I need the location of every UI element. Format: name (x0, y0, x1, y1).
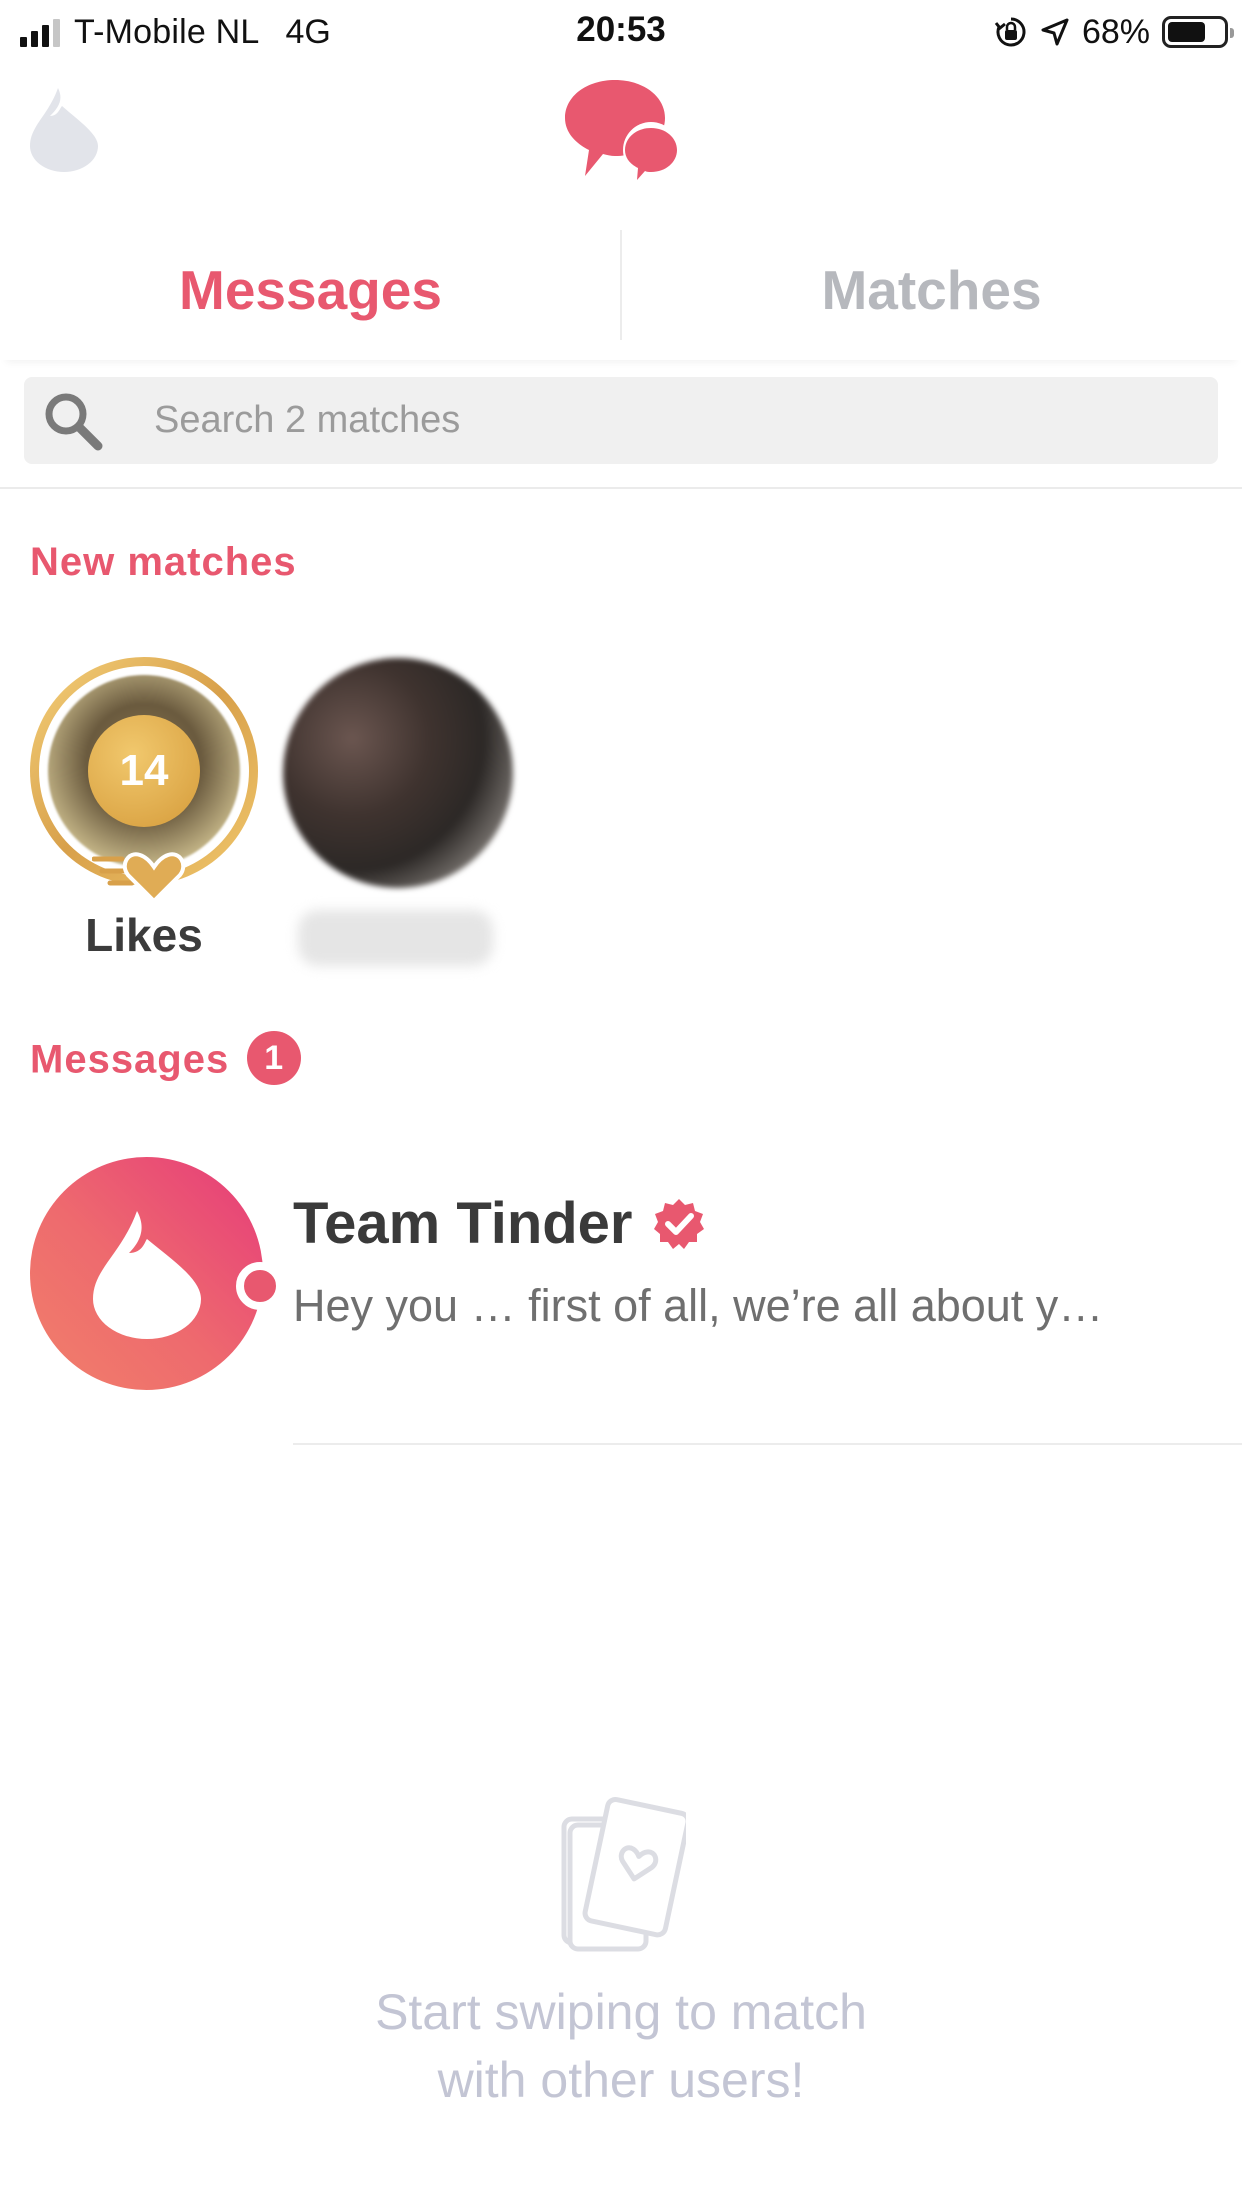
verified-badge-icon (653, 1198, 705, 1250)
online-indicator (236, 1262, 284, 1310)
search-input[interactable] (154, 399, 1054, 442)
likes-label: Likes (85, 909, 203, 961)
tab-matches[interactable]: Matches (621, 220, 1242, 360)
chat-bubbles-icon[interactable] (565, 78, 680, 187)
likes-count: 14 (88, 715, 200, 827)
cards-heart-icon (556, 1795, 691, 1960)
tab-bar: Messages Matches (0, 220, 1242, 360)
conversation-name: Team Tinder (293, 1191, 633, 1256)
flame-icon[interactable] (28, 86, 100, 177)
search-bar[interactable] (24, 377, 1218, 464)
empty-state-line2: with other users! (437, 2052, 805, 2108)
tinder-flame-icon (92, 1210, 201, 1339)
messages-title-text: Messages (30, 1037, 230, 1082)
status-bar: T-Mobile NL 4G 20:53 68% (0, 0, 1242, 64)
search-icon (42, 390, 112, 452)
team-tinder-avatar[interactable] (30, 1157, 263, 1390)
gold-heart-icon (91, 845, 212, 910)
conversation-divider (293, 1443, 1242, 1445)
tab-divider (620, 230, 622, 340)
rotation-lock-icon (994, 17, 1026, 47)
status-right: 68% (994, 10, 1234, 54)
empty-state-text: Start swiping to match with other users! (0, 1978, 1242, 2114)
tab-messages[interactable]: Messages (0, 220, 621, 360)
match-avatar[interactable] (283, 658, 513, 888)
empty-state-line1: Start swiping to match (375, 1984, 867, 2040)
messages-section-title: Messages 1 (30, 1031, 302, 1089)
match-name-blurred (298, 910, 493, 966)
search-divider (0, 487, 1242, 489)
conversation-preview: Hey you … first of all, we’re all about … (293, 1280, 1104, 1331)
likes-circle[interactable]: 14 (30, 657, 258, 904)
messages-count-badge: 1 (247, 1031, 302, 1085)
location-arrow-icon (1041, 18, 1069, 46)
battery-icon (1162, 16, 1234, 48)
battery-percent: 68% (1081, 12, 1150, 51)
conversation-row[interactable]: Team Tinder (293, 1190, 705, 1257)
new-matches-title: New matches (30, 540, 297, 584)
